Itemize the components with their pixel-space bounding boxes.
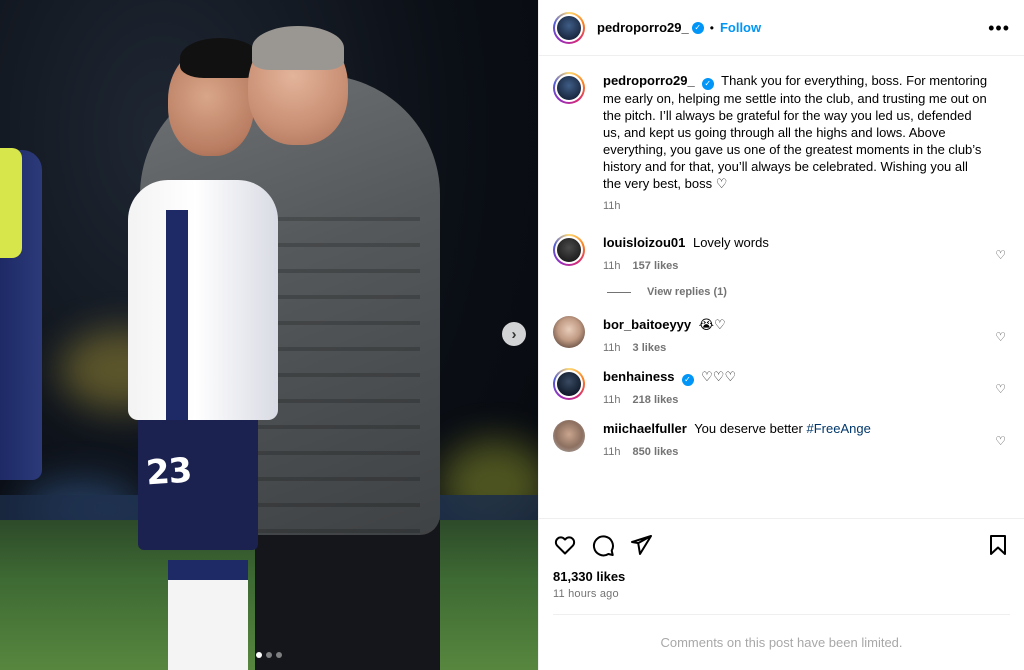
player-hair — [180, 38, 260, 78]
carousel-dots — [0, 652, 538, 658]
hashtag-link[interactable]: #FreeAnge — [806, 421, 870, 436]
carousel-dot — [266, 652, 272, 658]
like-comment-heart-icon[interactable]: ♡ — [995, 382, 1006, 396]
verified-badge-icon: ✓ — [701, 78, 714, 90]
comment-username[interactable]: miichaelfuller — [603, 421, 687, 436]
player-shirt — [128, 180, 278, 420]
carousel-dot — [256, 652, 262, 658]
comment-likes[interactable]: 850 likes — [633, 446, 679, 458]
author-avatar[interactable] — [553, 72, 585, 104]
coach-hair — [252, 26, 344, 70]
bookmark-icon[interactable] — [986, 533, 1010, 557]
comment-text: You deserve better — [694, 421, 803, 436]
caption-time: 11h — [603, 200, 621, 212]
chevron-right-icon: › — [511, 325, 517, 343]
comment-time: 11h — [603, 260, 621, 272]
comment-username[interactable]: benhainess — [603, 369, 675, 384]
comment-text: Lovely words — [692, 235, 769, 250]
like-comment-heart-icon[interactable]: ♡ — [995, 434, 1006, 448]
carousel-next-button[interactable]: › — [502, 322, 526, 346]
instagram-post: 23 › pedroporro29_ ✓ • Follow ••• pedrop… — [0, 0, 1024, 670]
comment-likes[interactable]: 218 likes — [633, 394, 679, 406]
author-username[interactable]: pedroporro29_ — [597, 20, 689, 35]
comments-list: pedroporro29_ ✓ Thank you for everything,… — [539, 56, 1024, 518]
comment-time: 11h — [603, 446, 621, 458]
comments-limited-notice: Comments on this post have been limited. — [553, 614, 1010, 670]
player-shorts: 23 — [138, 410, 258, 550]
commenter-avatar[interactable] — [553, 368, 585, 400]
caption: pedroporro29_ ✓ Thank you for everything,… — [553, 72, 1010, 212]
background-vest — [0, 148, 22, 258]
like-comment-heart-icon[interactable]: ♡ — [995, 330, 1006, 344]
caption-text: Thank you for everything, boss. For ment… — [603, 73, 988, 191]
more-options-icon[interactable]: ••• — [988, 19, 1010, 37]
comment-likes[interactable]: 157 likes — [633, 260, 679, 272]
paper-plane-icon[interactable] — [629, 533, 653, 557]
author-avatar[interactable] — [553, 11, 585, 44]
separator-dot: • — [709, 20, 714, 35]
post-photo: 23 › — [0, 0, 538, 670]
heart-outline-icon[interactable] — [553, 533, 577, 557]
coach-trousers — [255, 520, 440, 670]
like-comment-heart-icon[interactable]: ♡ — [995, 248, 1006, 262]
comment: bor_baitoeyyy 😭♡ 11h 3 likes ♡ — [553, 316, 1010, 354]
post-sidebar: pedroporro29_ ✓ • Follow ••• pedroporro2… — [538, 0, 1024, 670]
shorts-number: 23 — [144, 450, 193, 494]
comment-text: ♡♡♡ — [701, 369, 737, 384]
comment-time: 11h — [603, 342, 621, 354]
comment-likes[interactable]: 3 likes — [633, 342, 667, 354]
comment-time: 11h — [603, 394, 621, 406]
comment: louisloizou01 Lovely words 11h 157 likes… — [553, 234, 1010, 272]
commenter-avatar[interactable] — [553, 420, 585, 452]
caption-username[interactable]: pedroporro29_ — [603, 73, 695, 88]
verified-badge-icon: ✓ — [691, 21, 704, 34]
verified-badge-icon: ✓ — [681, 374, 694, 386]
follow-button[interactable]: Follow — [720, 20, 761, 35]
comment-username[interactable]: bor_baitoeyyy — [603, 317, 691, 332]
comment-text: 😭♡ — [698, 317, 726, 332]
post-timestamp: 11 hours ago — [553, 588, 619, 600]
comment-bubble-icon[interactable] — [591, 533, 615, 557]
comment: benhainess ✓ ♡♡♡ 11h 218 likes ♡ — [553, 368, 1010, 406]
action-bar: 81,330 likes 11 hours ago Comments on th… — [539, 518, 1024, 670]
comment-username[interactable]: louisloizou01 — [603, 235, 685, 250]
likes-count[interactable]: 81,330 likes — [553, 569, 1010, 584]
commenter-avatar[interactable] — [553, 234, 585, 266]
view-replies-button[interactable]: View replies (1) — [607, 286, 1010, 298]
carousel-dot — [276, 652, 282, 658]
post-header: pedroporro29_ ✓ • Follow ••• — [539, 0, 1024, 56]
comment: miichaelfuller You deserve better #FreeA… — [553, 420, 1010, 458]
commenter-avatar[interactable] — [553, 316, 585, 348]
